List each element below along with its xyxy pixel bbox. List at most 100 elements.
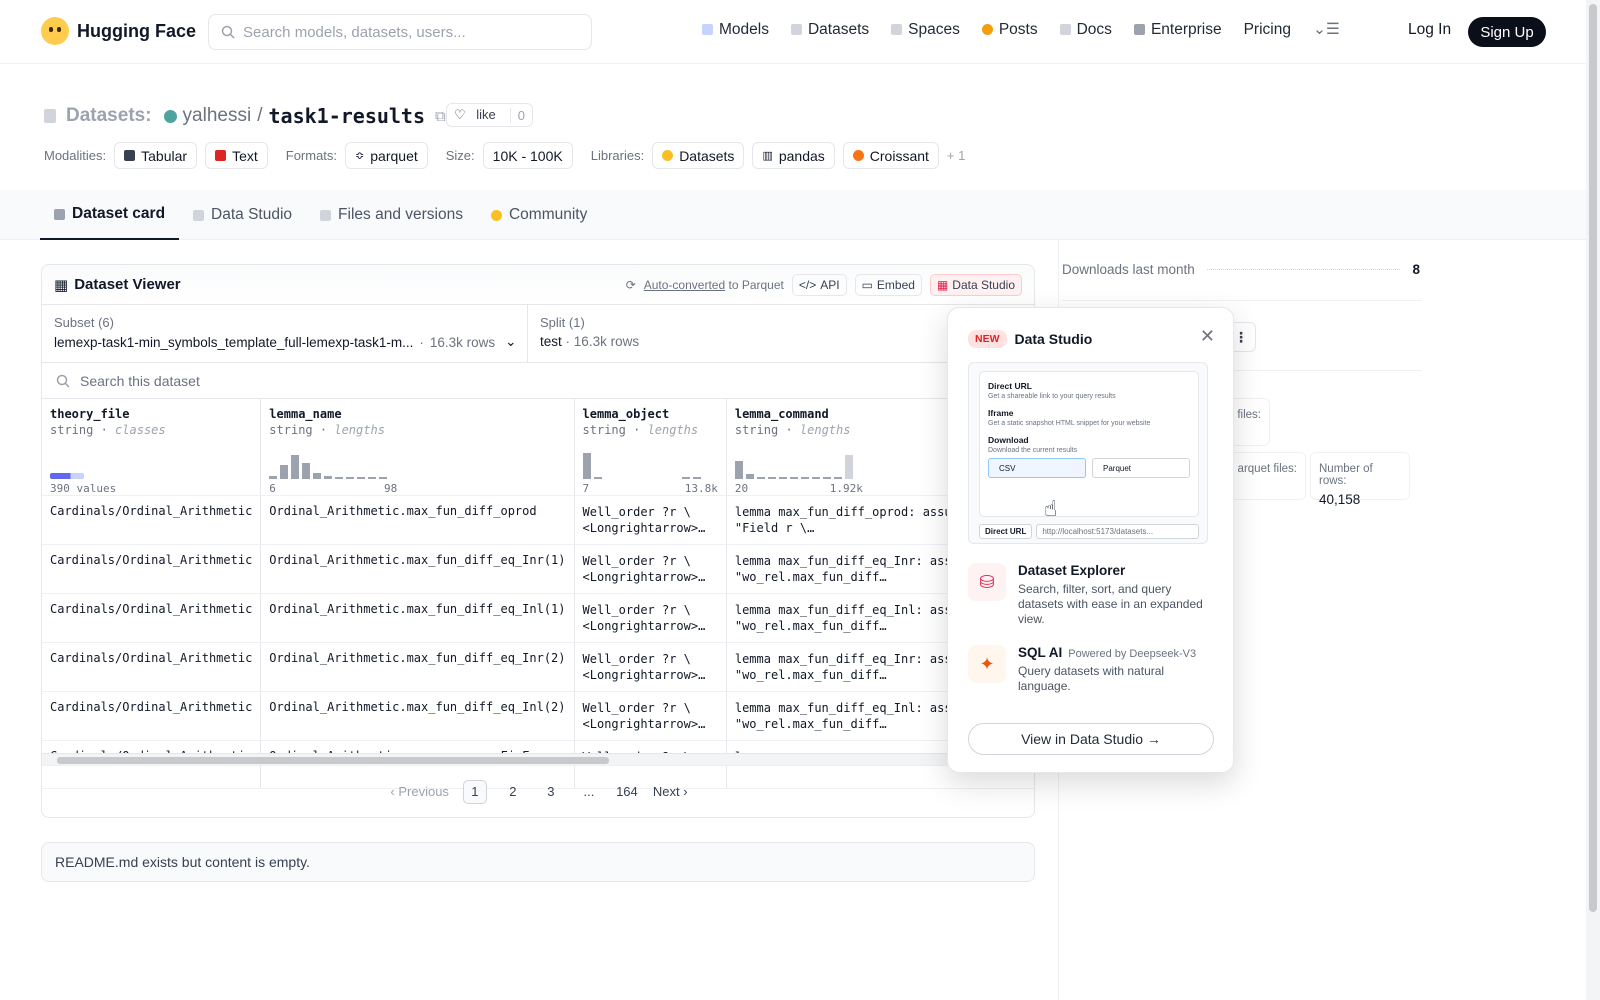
code-icon: </> bbox=[798, 277, 817, 292]
readme-empty-notice: README.md exists but content is empty. bbox=[41, 842, 1035, 882]
sql-ai-feature[interactable]: ✦ SQL AI Powered by Deepseek-V3 Query data… bbox=[968, 645, 1208, 694]
table-cell[interactable]: Cardinals/Ordinal_Arithmetic bbox=[42, 544, 262, 594]
database-icon bbox=[44, 109, 56, 123]
dataset-explorer-feature[interactable]: ⛁ Dataset Explorer Search, filter, sort, … bbox=[968, 563, 1208, 627]
divider bbox=[1062, 300, 1422, 301]
nav-more-menu[interactable]: ⌄☰ bbox=[1313, 20, 1340, 39]
table-cell[interactable]: Well_order ?r \ <Longrightarrow>… bbox=[574, 593, 727, 643]
libraries-label: Libraries: bbox=[590, 148, 645, 163]
grid-icon bbox=[891, 24, 903, 35]
posts-icon bbox=[981, 24, 993, 35]
horizontal-scrollbar[interactable] bbox=[42, 753, 1034, 765]
page-button[interactable]: 3 bbox=[539, 780, 563, 804]
stat-rows: Number of rows: 40,158 bbox=[1310, 452, 1410, 507]
embed-button[interactable]: ▭ Embed bbox=[854, 273, 922, 296]
tag-tabular[interactable]: Tabular bbox=[114, 142, 198, 169]
page-scrollbar[interactable] bbox=[1586, 0, 1600, 1000]
table-cell[interactable]: Cardinals/Ordinal_Arithmetic bbox=[42, 691, 262, 741]
nav-docs[interactable]: Docs bbox=[1059, 21, 1112, 39]
nav-datasets[interactable]: Datasets bbox=[790, 21, 869, 39]
like-count: 0 bbox=[509, 107, 532, 123]
table-cell[interactable]: Ordinal_Arithmetic.max_fun_diff_eq_Inl(2… bbox=[260, 691, 575, 741]
new-badge: NEW bbox=[968, 330, 1007, 348]
table-row[interactable]: Cardinals/Ordinal_ArithmeticOrdinal_Arit… bbox=[42, 691, 1034, 741]
subset-split-bar: Subset (6) lemexp-task1-min_symbols_temp… bbox=[42, 305, 1034, 363]
nav-pricing[interactable]: Pricing bbox=[1244, 21, 1291, 39]
global-search-input[interactable]: Search models, datasets, users... bbox=[208, 14, 592, 50]
copy-icon[interactable]: ⧉ bbox=[435, 108, 446, 125]
scrollbar-thumb[interactable] bbox=[57, 757, 609, 764]
data-studio-popover: NEW Data Studio ✕ Direct URL Get a sharea… bbox=[947, 307, 1234, 773]
table-icon: ▦ bbox=[936, 277, 949, 292]
nav-enterprise[interactable]: Enterprise bbox=[1133, 21, 1222, 39]
column-header[interactable]: lemma_object string · lengths 7 13.8k bbox=[574, 399, 727, 496]
repo-title: Datasets: yalhessi / task1-results ⧉ bbox=[44, 104, 446, 128]
table-cell[interactable]: Ordinal_Arithmetic.max_fun_diff_oprod bbox=[260, 495, 575, 545]
column-header[interactable]: theory_file string · classes 390 values bbox=[42, 399, 262, 496]
table-row[interactable]: Cardinals/Ordinal_ArithmeticOrdinal_Arit… bbox=[42, 544, 1034, 594]
next-page-button[interactable]: Next › bbox=[653, 784, 688, 799]
size-label: Size: bbox=[445, 148, 475, 163]
repo-owner-link[interactable]: yalhessi bbox=[183, 105, 252, 127]
kebab-icon: ⋮ bbox=[1234, 328, 1248, 345]
split-selector[interactable]: Split (1) test · 16.3k rows bbox=[528, 305, 651, 362]
page-button[interactable]: 1 bbox=[462, 779, 487, 804]
brand-logo[interactable]: Hugging Face bbox=[41, 17, 196, 45]
nav-spaces[interactable]: Spaces bbox=[891, 21, 960, 39]
table-row[interactable]: Cardinals/Ordinal_ArithmeticOrdinal_Arit… bbox=[42, 593, 1034, 643]
table-cell[interactable]: Well_order ?r \ <Longrightarrow>… bbox=[574, 642, 727, 692]
nav-label: Posts bbox=[998, 20, 1038, 38]
tab-data-studio[interactable]: Data Studio bbox=[179, 190, 306, 240]
page-button[interactable]: 2 bbox=[501, 780, 525, 804]
dataset-search-input[interactable]: Search this dataset bbox=[42, 363, 1034, 399]
tab-dataset-card[interactable]: Dataset card bbox=[40, 190, 180, 240]
page-button[interactable]: 164 bbox=[615, 780, 639, 804]
tag-datasets-lib[interactable]: Datasets bbox=[652, 142, 745, 169]
popover-title: Data Studio bbox=[1014, 331, 1093, 347]
previous-page-button[interactable]: ‹ Previous bbox=[390, 784, 449, 799]
nav-models[interactable]: Models bbox=[702, 21, 769, 39]
tag-parquet[interactable]: ≎ parquet bbox=[345, 142, 428, 169]
dataset-search-placeholder: Search this dataset bbox=[80, 372, 200, 389]
table-cell[interactable]: Ordinal_Arithmetic.max_fun_diff_eq_Inr(2… bbox=[260, 642, 575, 692]
length-histogram bbox=[269, 443, 565, 479]
tag-pandas[interactable]: ▥ pandas bbox=[752, 142, 835, 169]
tag-text[interactable]: Text bbox=[205, 142, 268, 169]
tab-files[interactable]: Files and versions bbox=[306, 190, 477, 240]
auto-converted-link[interactable]: Auto-converted bbox=[644, 278, 725, 292]
data-studio-button[interactable]: ▦ Data Studio bbox=[929, 273, 1022, 296]
like-button[interactable]: ♡ like 0 bbox=[446, 103, 534, 127]
more-libraries[interactable]: + 1 bbox=[947, 148, 965, 163]
table-cell[interactable]: Ordinal_Arithmetic.max_fun_diff_eq_Inl(1… bbox=[260, 593, 575, 643]
downloads-label: Downloads last month bbox=[1062, 262, 1195, 277]
table-cell[interactable]: Ordinal_Arithmetic.max_fun_diff_eq_Inr(1… bbox=[260, 544, 575, 594]
cube-icon bbox=[54, 208, 65, 220]
table-cell[interactable]: Cardinals/Ordinal_Arithmetic bbox=[42, 593, 262, 643]
table-row[interactable]: Cardinals/Ordinal_ArithmeticOrdinal_Arit… bbox=[42, 495, 1034, 545]
table-cell[interactable]: Cardinals/Ordinal_Arithmetic bbox=[42, 495, 262, 545]
login-link[interactable]: Log In bbox=[1408, 21, 1451, 39]
repo-name-link[interactable]: task1-results bbox=[268, 104, 425, 128]
table-row[interactable]: Cardinals/Ordinal_ArithmeticOrdinal_Arit… bbox=[42, 642, 1034, 692]
tag-size[interactable]: 10K - 100K bbox=[482, 142, 573, 169]
repo-type-label[interactable]: Datasets: bbox=[66, 105, 152, 127]
table-cell[interactable]: Well_order ?r \ <Longrightarrow>… bbox=[574, 544, 727, 594]
table-cell[interactable]: Well_order ?r \ <Longrightarrow>… bbox=[574, 691, 727, 741]
close-icon[interactable]: ✕ bbox=[1200, 326, 1215, 347]
search-icon bbox=[56, 374, 70, 388]
tag-croissant[interactable]: Croissant bbox=[842, 142, 939, 169]
hf-icon bbox=[662, 150, 674, 161]
community-icon bbox=[490, 209, 502, 221]
formats-label: Formats: bbox=[285, 148, 338, 163]
scrollbar-thumb[interactable] bbox=[1589, 4, 1597, 912]
view-in-data-studio-button[interactable]: View in Data Studio → bbox=[968, 723, 1214, 755]
table-cell[interactable]: Cardinals/Ordinal_Arithmetic bbox=[42, 642, 262, 692]
column-header[interactable]: lemma_name string · lengths 6 98 bbox=[260, 399, 575, 496]
table-cell[interactable]: Well_order ?r \ <Longrightarrow>… bbox=[574, 495, 727, 545]
cube-icon bbox=[702, 24, 713, 35]
tab-community[interactable]: Community bbox=[477, 190, 601, 240]
signup-button[interactable]: Sign Up bbox=[1468, 17, 1546, 47]
nav-posts[interactable]: Posts bbox=[981, 20, 1038, 39]
api-button[interactable]: </> API bbox=[791, 273, 847, 296]
subset-selector[interactable]: Subset (6) lemexp-task1-min_symbols_temp… bbox=[42, 305, 528, 362]
